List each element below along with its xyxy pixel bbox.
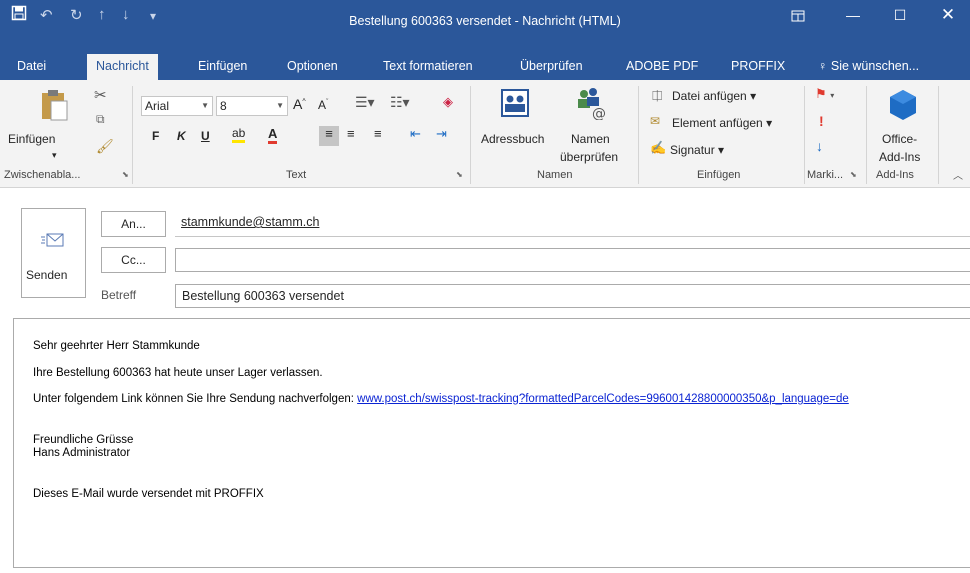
greeting-text: Sehr geehrter Herr Stammkunde	[33, 340, 200, 352]
follow-up-flag-icon[interactable]: ⚑ ▾	[815, 86, 834, 102]
tracking-link[interactable]: www.post.ch/swisspost-tracking?formatted…	[357, 393, 849, 405]
cut-icon[interactable]: ✂	[94, 86, 107, 104]
chevron-down-icon: ▼	[276, 101, 284, 110]
restore-icon[interactable]	[778, 4, 818, 26]
address-book-button[interactable]: Adressbuch	[481, 132, 544, 146]
office-addins-icon[interactable]	[888, 88, 918, 125]
ribbon-tabs: Datei Nachricht Einfügen Optionen Text f…	[0, 54, 970, 80]
font-color-icon[interactable]: A	[268, 126, 278, 144]
bold-button[interactable]: F	[152, 129, 159, 143]
lightbulb-icon: ♀	[818, 59, 831, 73]
check-names-icon[interactable]: @	[575, 86, 607, 123]
minimize-icon[interactable]: —	[833, 4, 873, 26]
tab-adobe-pdf[interactable]: ADOBE PDF	[626, 54, 698, 80]
to-button[interactable]: An...	[101, 211, 166, 237]
font-size-select[interactable]: 8 ▼	[216, 96, 288, 116]
ribbon: Einfügen ▾ ✂ ⧉ 🖌 Zwischenabla... ⬊ Arial…	[0, 80, 970, 188]
title-bar: ↶ ↻ ↑ ↓ ▾ Bestellung 600363 versendet - …	[0, 0, 970, 54]
bullets-icon[interactable]: ☰▾	[355, 94, 375, 111]
office-addins-label-2[interactable]: Add-Ins	[879, 150, 920, 164]
numbering-icon[interactable]: ☷▾	[390, 94, 410, 111]
group-label-text: Text	[286, 169, 307, 181]
highlight-icon[interactable]: ab	[232, 126, 246, 143]
check-names-label-2[interactable]: überprüfen	[560, 150, 618, 164]
tab-text-formatieren[interactable]: Text formatieren	[383, 54, 473, 80]
message-body[interactable]: Sehr geehrter Herr Stammkunde Ihre Beste…	[13, 318, 970, 568]
cc-button[interactable]: Cc...	[101, 247, 166, 273]
divider	[132, 86, 133, 184]
align-center-icon[interactable]: ≡	[347, 126, 355, 141]
tab-datei[interactable]: Datei	[17, 54, 46, 80]
send-icon	[41, 231, 65, 252]
collapse-ribbon-icon[interactable]: ︿	[953, 167, 963, 182]
divider	[866, 86, 867, 184]
closing-text: Freundliche Grüsse	[33, 434, 134, 446]
group-label-include: Einfügen	[697, 169, 741, 181]
recipient-address[interactable]: stammkunde@stamm.ch	[181, 215, 319, 229]
dialog-launcher-icon[interactable]: ⬊	[456, 170, 463, 179]
close-icon[interactable]: ✕	[928, 4, 968, 26]
address-book-icon[interactable]	[501, 88, 529, 121]
footer-text: Dieses E-Mail wurde versendet mit PROFFI…	[33, 488, 264, 500]
window-title: Bestellung 600363 versendet - Nachricht …	[349, 14, 621, 28]
dialog-launcher-icon[interactable]: ⬊	[122, 170, 129, 179]
signature-button[interactable]: Signatur ▾	[670, 143, 724, 157]
dialog-launcher-icon[interactable]: ⬊	[850, 170, 857, 179]
divider	[938, 86, 939, 184]
group-label-names: Namen	[537, 169, 573, 181]
clear-formatting-icon[interactable]: ◈	[443, 94, 453, 110]
tab-optionen[interactable]: Optionen	[287, 54, 338, 80]
signature-name: Hans Administrator	[33, 447, 131, 459]
divider	[638, 86, 639, 184]
low-importance-icon[interactable]: ↓	[816, 138, 823, 154]
attach-item-icon: ✉	[650, 114, 661, 128]
group-label-addins: Add-Ins	[876, 169, 914, 181]
chevron-down-icon: ▼	[201, 101, 209, 110]
subject-label: Betreff	[101, 288, 137, 302]
group-label-tags: Marki...	[807, 169, 844, 181]
align-right-icon[interactable]: ≡	[374, 126, 382, 141]
subject-field[interactable]: Bestellung 600363 versendet	[175, 284, 970, 308]
high-importance-icon[interactable]: !	[819, 113, 824, 129]
check-names-label[interactable]: Namen	[571, 132, 610, 146]
attach-item-button[interactable]: Element anfügen ▾	[672, 116, 772, 130]
body-line-1: Ihre Bestellung 600363 hat heute unser L…	[33, 367, 323, 379]
shrink-font-icon[interactable]: Aˇ	[318, 98, 328, 112]
paste-button[interactable]: Einfügen	[8, 132, 55, 146]
paperclip-icon: ⎅	[652, 88, 663, 103]
decrease-indent-icon[interactable]: ⇤	[410, 126, 421, 142]
italic-button[interactable]: K	[177, 129, 186, 143]
underline-button[interactable]: U	[201, 129, 210, 143]
maximize-icon[interactable]: ☐	[880, 4, 920, 26]
chevron-down-icon[interactable]: ▾	[52, 150, 57, 161]
divider	[175, 236, 970, 237]
tell-me-box[interactable]: ♀ Sie wünschen...	[818, 54, 919, 80]
increase-indent-icon[interactable]: ⇥	[436, 126, 447, 142]
divider	[470, 86, 471, 184]
tab-nachricht[interactable]: Nachricht	[87, 54, 158, 80]
send-button[interactable]: Senden	[21, 208, 86, 298]
svg-text:@: @	[592, 106, 606, 120]
office-addins-label[interactable]: Office-	[882, 132, 917, 146]
format-painter-icon[interactable]: 🖌	[96, 138, 114, 155]
group-label-clipboard: Zwischenabla...	[4, 169, 81, 181]
body-line-2: Unter folgendem Link können Sie Ihre Sen…	[33, 393, 849, 405]
font-name-select[interactable]: Arial ▼	[141, 96, 213, 116]
grow-font-icon[interactable]: A^	[293, 96, 306, 112]
tab-ueberpruefen[interactable]: Überprüfen	[520, 54, 583, 80]
tab-proffix[interactable]: PROFFIX	[731, 54, 785, 80]
align-left-icon[interactable]: ≡	[319, 126, 339, 146]
attach-file-button[interactable]: Datei anfügen ▾	[672, 89, 756, 103]
signature-icon: ✍	[650, 140, 667, 155]
send-label: Senden	[26, 268, 68, 282]
tab-einfuegen[interactable]: Einfügen	[198, 54, 247, 80]
divider	[804, 86, 805, 184]
to-field[interactable]: stammkunde@stamm.ch	[175, 211, 970, 235]
cc-field[interactable]	[175, 248, 970, 272]
copy-icon[interactable]: ⧉	[96, 112, 105, 127]
clipboard-paste-icon[interactable]	[39, 88, 69, 125]
